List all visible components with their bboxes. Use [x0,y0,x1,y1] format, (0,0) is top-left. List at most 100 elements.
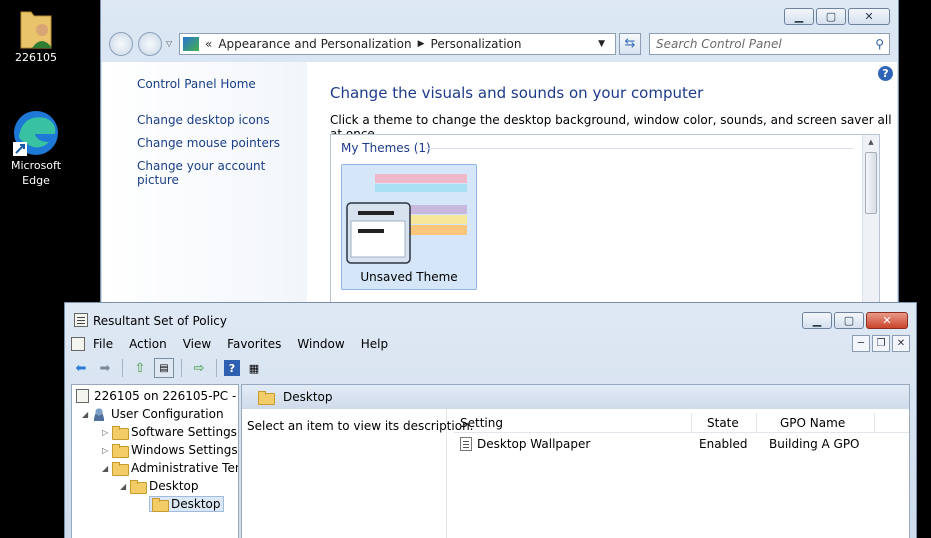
my-themes-header[interactable]: My Themes (1) [341,141,431,155]
refresh-button[interactable]: ⇆ [619,33,641,55]
details-header-title: Desktop [283,390,333,404]
table-row[interactable]: Desktop Wallpaper Enabled Building A GPO [454,433,909,455]
column-setting[interactable]: Setting [460,416,503,430]
minimize-button[interactable]: ▁ [784,8,814,25]
minimize-icon: ▁ [794,10,804,23]
maximize-icon: ▢ [825,10,837,23]
up-one-level-icon[interactable]: ⇧ [130,358,150,378]
scroll-up-icon[interactable]: ▲ [863,138,879,146]
tree-software-settings[interactable]: ▷ Software Settings [102,425,237,440]
menu-window[interactable]: Window [297,337,344,351]
minimize-button[interactable]: ▁ [802,312,832,329]
desktop-icon-user[interactable]: 226105 [0,4,72,65]
rsop-app-icon [74,313,88,327]
control-panel-icon [183,37,199,51]
folder-icon [112,444,129,458]
state-cell: Enabled [699,437,748,451]
maximize-button[interactable]: ▢ [816,8,846,25]
tree-root[interactable]: 226105 on 226105-PC - RS [76,389,238,403]
maximize-button[interactable]: ▢ [834,312,864,329]
settings-list: Setting State GPO Name Desktop Wallpaper… [454,413,909,455]
tree-administrative-templates[interactable]: ◢ Administrative Ten [102,461,239,476]
pane-divider [446,409,447,538]
tree-user-configuration[interactable]: ◢ User Configuration [82,407,224,421]
menu-view[interactable]: View [183,337,211,351]
tree-user-configuration-label: User Configuration [111,407,224,421]
change-mouse-pointers-link[interactable]: Change mouse pointers [137,136,280,150]
child-minimize-button[interactable]: ─ [852,335,870,352]
theme-name: Unsaved Theme [360,270,458,284]
theme-list: My Themes (1) ▲ Unsaved Theme [330,134,880,306]
forward-arrow-icon[interactable]: ➡ [95,358,115,378]
tree-desktop[interactable]: ◢ Desktop [120,479,199,494]
address-dropdown-icon[interactable]: ▼ [598,39,605,49]
folder-icon [130,480,147,494]
rsop-root-icon [76,389,89,403]
mmc-document-icon[interactable] [71,337,85,351]
theme-list-scrollbar[interactable]: ▲ [862,135,879,305]
tree-windows-settings-label: Windows Settings [131,443,238,457]
breadcrumb-overflow[interactable]: « [205,37,212,51]
column-separator[interactable] [874,413,875,433]
scrollbar-thumb[interactable] [865,152,877,214]
help-icon[interactable]: ? [878,66,893,81]
refresh-icon: ⇆ [624,36,636,51]
tree-desktop-child[interactable]: Desktop [149,496,224,512]
menu-help[interactable]: Help [361,337,388,351]
expanded-icon[interactable]: ◢ [102,464,112,473]
menu-favorites[interactable]: Favorites [227,337,281,351]
user-configuration-icon [92,407,106,421]
details-pane: Desktop Select an item to view its descr… [241,384,910,538]
child-close-button[interactable]: ✕ [892,335,910,352]
search-icon: ⚲ [875,37,884,51]
list-header: Setting State GPO Name [454,413,909,433]
menu-action[interactable]: Action [129,337,167,351]
theme-tile-unsaved[interactable]: Unsaved Theme [341,164,477,290]
change-account-picture-link[interactable]: Change your account picture [137,159,307,187]
window-title: Resultant Set of Policy [93,314,227,328]
tree-desktop-child-label: Desktop [171,497,221,511]
close-icon: ✕ [864,10,874,23]
toolbar-separator [122,359,123,377]
show-hide-console-tree-icon[interactable]: ▤ [154,358,174,378]
desktop-icon-label: 226105 [15,51,57,64]
collapsed-icon[interactable]: ▷ [102,428,112,437]
tree-administrative-templates-label: Administrative Ten [131,461,239,475]
expanded-icon[interactable]: ◢ [120,482,130,491]
close-button[interactable]: ✕ [866,312,908,329]
details-header: Desktop [242,385,909,409]
header-divider [425,148,853,149]
column-state[interactable]: State [707,416,739,430]
back-arrow-icon[interactable]: ⬅ [71,358,91,378]
address-bar[interactable]: « Appearance and Personalization ▶ Perso… [179,33,616,55]
edge-icon [11,108,61,158]
child-restore-button[interactable]: ❐ [872,335,890,352]
expanded-icon[interactable]: ◢ [82,410,92,419]
export-list-icon[interactable]: ⇨ [189,358,209,378]
collapsed-icon[interactable]: ▷ [102,446,112,455]
close-button[interactable]: ✕ [848,8,890,25]
breadcrumb-personalization[interactable]: Personalization [431,37,522,51]
column-separator[interactable] [691,413,692,433]
control-panel-home-link[interactable]: Control Panel Home [137,77,256,91]
column-gpo-name[interactable]: GPO Name [780,416,845,430]
search-input[interactable]: Search Control Panel ⚲ [649,33,890,55]
show-action-pane-icon[interactable]: ▦ [244,358,264,378]
breadcrumb-appearance[interactable]: Appearance and Personalization [218,37,411,51]
folder-icon [112,426,129,440]
tree-windows-settings[interactable]: ▷ Windows Settings [102,443,238,458]
folder-icon [112,462,129,476]
breadcrumb-separator-icon: ▶ [417,39,425,49]
recent-pages-icon[interactable]: ▽ [166,39,172,48]
back-button[interactable] [109,32,133,56]
tree-software-settings-label: Software Settings [131,425,237,439]
column-separator[interactable] [756,413,757,433]
menu-file[interactable]: File [93,337,113,351]
menu-bar: File Action View Favorites Window Help [71,334,910,354]
toolbar: ⬅ ➡ ⇧ ▤ ⇨ ? ▦ [71,356,910,380]
forward-button[interactable] [138,32,162,56]
change-desktop-icons-link[interactable]: Change desktop icons [137,113,270,127]
close-icon: ✕ [882,314,892,327]
desktop-icon-edge[interactable]: Microsoft Edge [0,108,72,188]
help-icon[interactable]: ? [224,360,240,376]
